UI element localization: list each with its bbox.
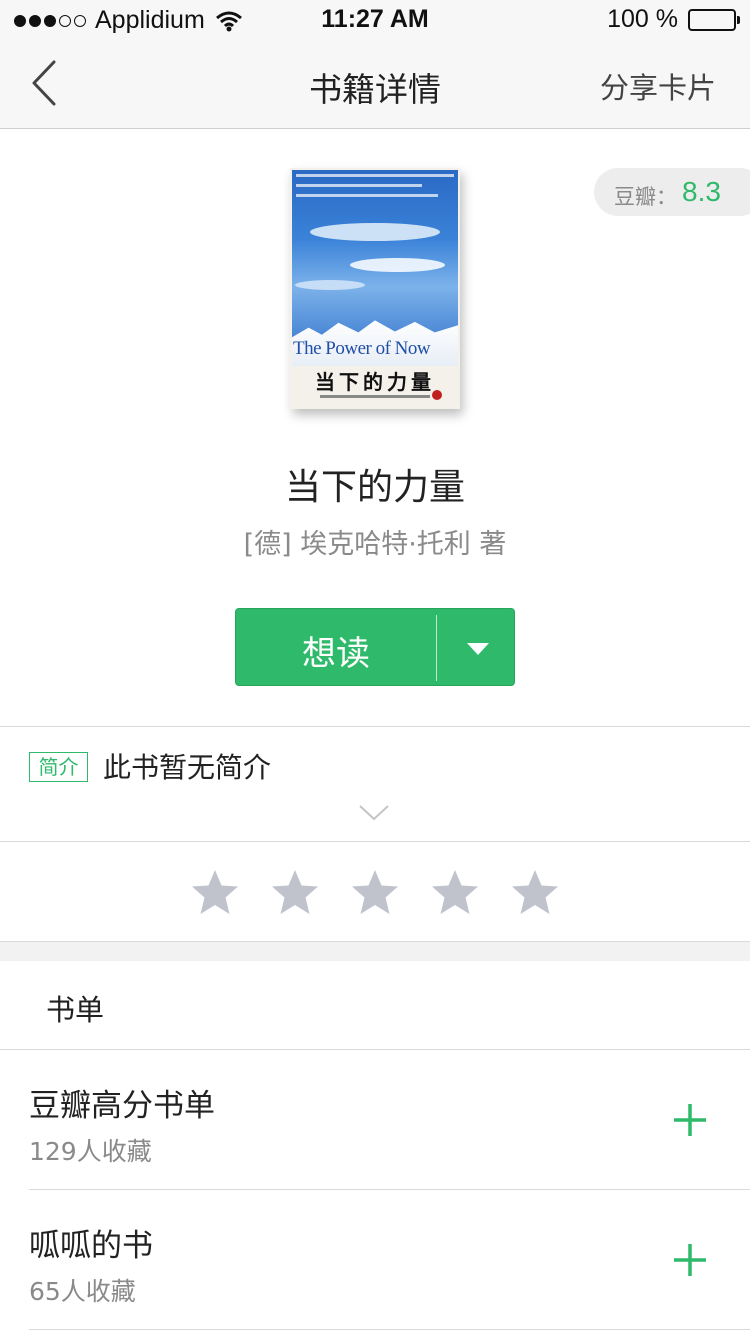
- divider: [0, 841, 750, 842]
- status-bar: Applidium 11:27 AM 100 %: [0, 0, 750, 40]
- battery-status: 100 %: [607, 5, 740, 34]
- star-icon[interactable]: [510, 868, 560, 918]
- booklist-count: 129人收藏: [29, 1137, 152, 1166]
- navigation-bar: 书籍详情 分享卡片: [0, 40, 750, 129]
- booklist-name: 豆瓣高分书单: [29, 1088, 215, 1124]
- intro-text: 此书暂无简介: [103, 751, 272, 784]
- booklist-section-title: 书单: [46, 993, 105, 1027]
- expand-chevron-icon[interactable]: [358, 804, 390, 822]
- add-icon[interactable]: [672, 1242, 708, 1278]
- booklist-name: 呱呱的书: [29, 1228, 153, 1264]
- button-divider: [436, 615, 437, 681]
- add-icon[interactable]: [672, 1102, 708, 1138]
- booklist-item[interactable]: 豆瓣高分书单 129人收藏: [0, 1050, 750, 1190]
- book-cover-image: The Power of Now 当下的力量: [290, 168, 460, 409]
- section-gap: [0, 941, 750, 961]
- douban-rating-badge: 豆瓣： 8.3: [594, 168, 750, 216]
- book-author: [德] 埃克哈特·托利 著: [243, 529, 507, 560]
- want-to-read-label: 想读: [302, 634, 370, 674]
- book-title: 当下的力量: [284, 467, 465, 508]
- battery-percent: 100 %: [607, 5, 678, 33]
- rating-label: 豆瓣：: [614, 185, 677, 209]
- dropdown-caret-icon[interactable]: [467, 643, 489, 655]
- divider: [0, 726, 750, 727]
- star-icon[interactable]: [270, 868, 320, 918]
- publisher-logo-icon: [432, 390, 442, 400]
- star-icon[interactable]: [430, 868, 480, 918]
- share-card-button[interactable]: 分享卡片: [600, 65, 716, 107]
- booklist-item[interactable]: 呱呱的书 65人收藏: [0, 1190, 750, 1330]
- rating-stars: [190, 868, 590, 918]
- battery-icon: [688, 8, 740, 31]
- want-to-read-button[interactable]: 想读: [235, 608, 515, 686]
- booklist-count: 65人收藏: [29, 1277, 136, 1306]
- star-icon[interactable]: [190, 868, 240, 918]
- cover-english-title: The Power of Now: [293, 338, 431, 359]
- intro-tag: 简介: [29, 752, 88, 782]
- star-icon[interactable]: [350, 868, 400, 918]
- rating-score: 8.3: [682, 176, 721, 207]
